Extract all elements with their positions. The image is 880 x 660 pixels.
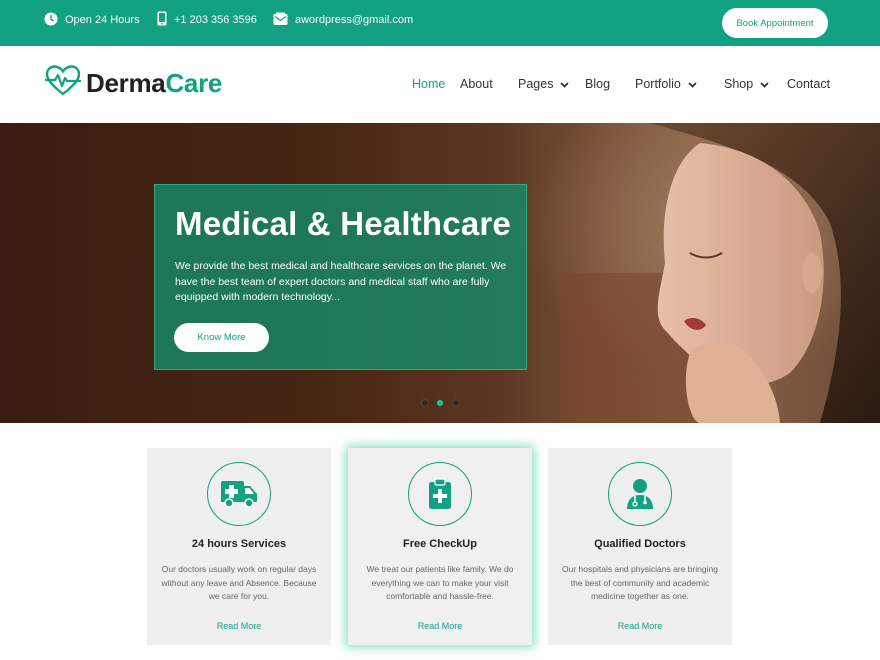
nav-label: Blog [585, 77, 611, 91]
nav-blog[interactable]: Blog [585, 74, 610, 94]
nav-label: About [460, 77, 493, 91]
card-description: We treat our patients like family. We do… [366, 564, 514, 601]
mail-icon [273, 12, 295, 29]
nav-portfolio[interactable]: Portfolio [635, 74, 697, 94]
card-title: Qualified Doctors [594, 538, 686, 550]
nav-shop[interactable]: Shop [724, 74, 769, 94]
service-card-free-checkup: Free CheckUp We treat our patients like … [348, 448, 532, 645]
slider-dot-1[interactable] [421, 399, 429, 407]
book-appointment-button[interactable]: Book Appointment [722, 8, 828, 38]
doctor-icon [608, 462, 672, 526]
heart-pulse-icon [45, 64, 81, 102]
top-bar: Open 24 Hours +1 203 356 3596 awordpress… [0, 0, 880, 46]
email-text: awordpress@gmail.com [295, 14, 414, 26]
chevron-down-icon [560, 77, 570, 91]
clipboard-medical-icon [408, 462, 472, 526]
phone-text: +1 203 356 3596 [174, 14, 257, 26]
brand-name-part2: Care [165, 67, 223, 98]
clock-icon [44, 12, 65, 29]
know-more-button[interactable]: Know More [174, 323, 269, 352]
brand-name-part1: Derma [86, 67, 166, 98]
hero-title: Medical & Healthcare [175, 205, 511, 242]
nav-label: Portfolio [635, 77, 681, 91]
service-card-24-hours: 24 hours Services Our doctors usually wo… [147, 448, 331, 645]
site-header: DermaCare Home About Pages Blog Portfoli… [0, 46, 880, 123]
service-card-qualified-doctors: Qualified Doctors Our hospitals and phys… [548, 448, 732, 645]
hero-caption-box: Medical & Healthcare We provide the best… [154, 184, 527, 370]
read-more-link[interactable]: Read More [348, 621, 532, 631]
nav-about[interactable]: About [460, 74, 493, 94]
nav-contact[interactable]: Contact [787, 74, 830, 94]
slider-dot-3[interactable] [452, 399, 460, 407]
nav-label: Shop [724, 77, 754, 91]
nav-label: Contact [787, 77, 831, 91]
chevron-down-icon [760, 77, 769, 91]
chevron-down-icon [688, 77, 697, 91]
ambulance-icon [207, 462, 271, 526]
site-logo[interactable]: DermaCare [45, 64, 222, 102]
phone-info[interactable]: +1 203 356 3596 [157, 0, 257, 40]
hours-info: Open 24 Hours [44, 0, 140, 40]
nav-pages[interactable]: Pages [518, 74, 570, 94]
read-more-link[interactable]: Read More [147, 621, 331, 631]
nav-home[interactable]: Home [412, 74, 445, 94]
hero-description: We provide the best medical and healthca… [175, 260, 507, 303]
phone-icon [157, 11, 174, 29]
slider-dot-2[interactable] [435, 398, 445, 408]
brand-name: DermaCare [86, 68, 222, 99]
email-info[interactable]: awordpress@gmail.com [273, 0, 413, 40]
hours-text: Open 24 Hours [65, 14, 140, 26]
card-description: Our hospitals and physicians are bringin… [562, 564, 718, 601]
read-more-link[interactable]: Read More [548, 621, 732, 631]
card-title: Free CheckUp [403, 538, 477, 550]
nav-label: Home [412, 77, 446, 91]
card-description: Our doctors usually work on regular days… [161, 564, 317, 601]
nav-label: Pages [518, 77, 554, 91]
hero-slider: Medical & Healthcare We provide the best… [0, 123, 880, 423]
card-title: 24 hours Services [191, 538, 287, 550]
